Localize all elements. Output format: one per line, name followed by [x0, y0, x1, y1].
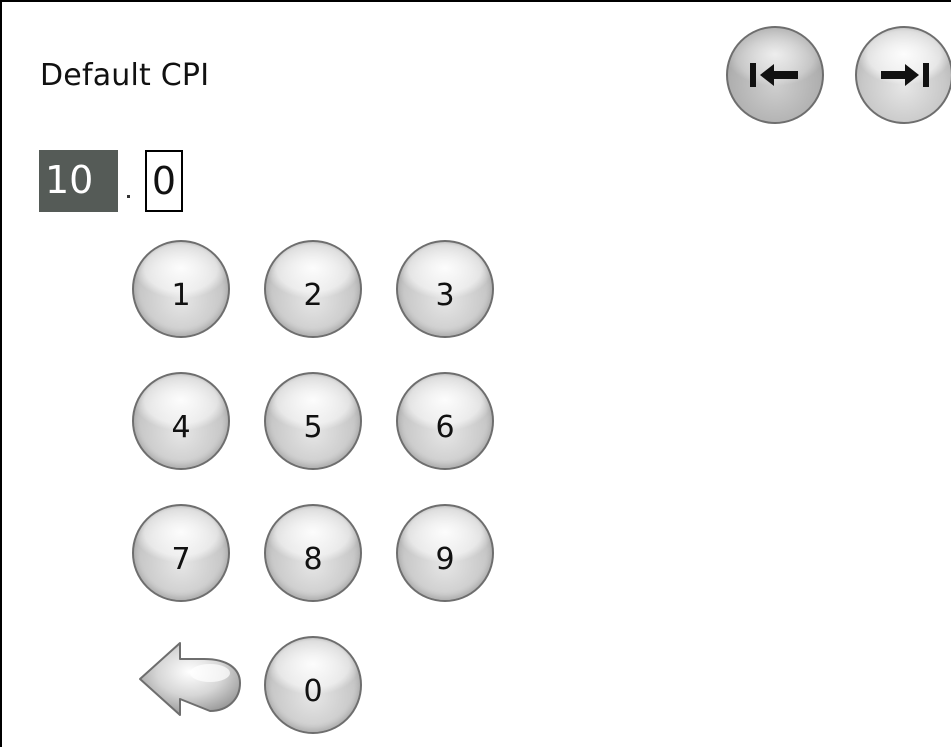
- key-0[interactable]: 0: [264, 636, 362, 734]
- key-label: 4: [171, 409, 191, 445]
- key-6[interactable]: 6: [396, 372, 494, 470]
- key-5[interactable]: 5: [264, 372, 362, 470]
- backspace-arrow-icon: [139, 642, 241, 716]
- next-button[interactable]: [855, 26, 951, 124]
- key-label: 2: [303, 277, 323, 313]
- cpi-entry-panel: Default CPI 10 0 1 2 3 4 5 6 7 8 9 0: [0, 0, 951, 747]
- key-label: 6: [435, 409, 455, 445]
- key-label: 1: [171, 277, 191, 313]
- decimal-point: [127, 195, 130, 198]
- next-icon: [881, 63, 929, 87]
- previous-icon: [750, 63, 798, 87]
- key-1[interactable]: 1: [132, 240, 230, 338]
- integer-part-field[interactable]: 10: [39, 150, 118, 212]
- previous-button[interactable]: [726, 26, 824, 124]
- key-7[interactable]: 7: [132, 504, 230, 602]
- key-label: 9: [435, 541, 455, 577]
- fraction-part-field[interactable]: 0: [145, 150, 183, 212]
- key-label: 3: [435, 277, 455, 313]
- key-8[interactable]: 8: [264, 504, 362, 602]
- key-2[interactable]: 2: [264, 240, 362, 338]
- page-title: Default CPI: [40, 58, 210, 93]
- key-label: 5: [303, 409, 323, 445]
- key-9[interactable]: 9: [396, 504, 494, 602]
- key-label: 8: [303, 541, 323, 577]
- key-label: 0: [303, 673, 323, 709]
- key-label: 7: [171, 541, 191, 577]
- key-3[interactable]: 3: [396, 240, 494, 338]
- backspace-button[interactable]: [136, 639, 244, 721]
- key-4[interactable]: 4: [132, 372, 230, 470]
